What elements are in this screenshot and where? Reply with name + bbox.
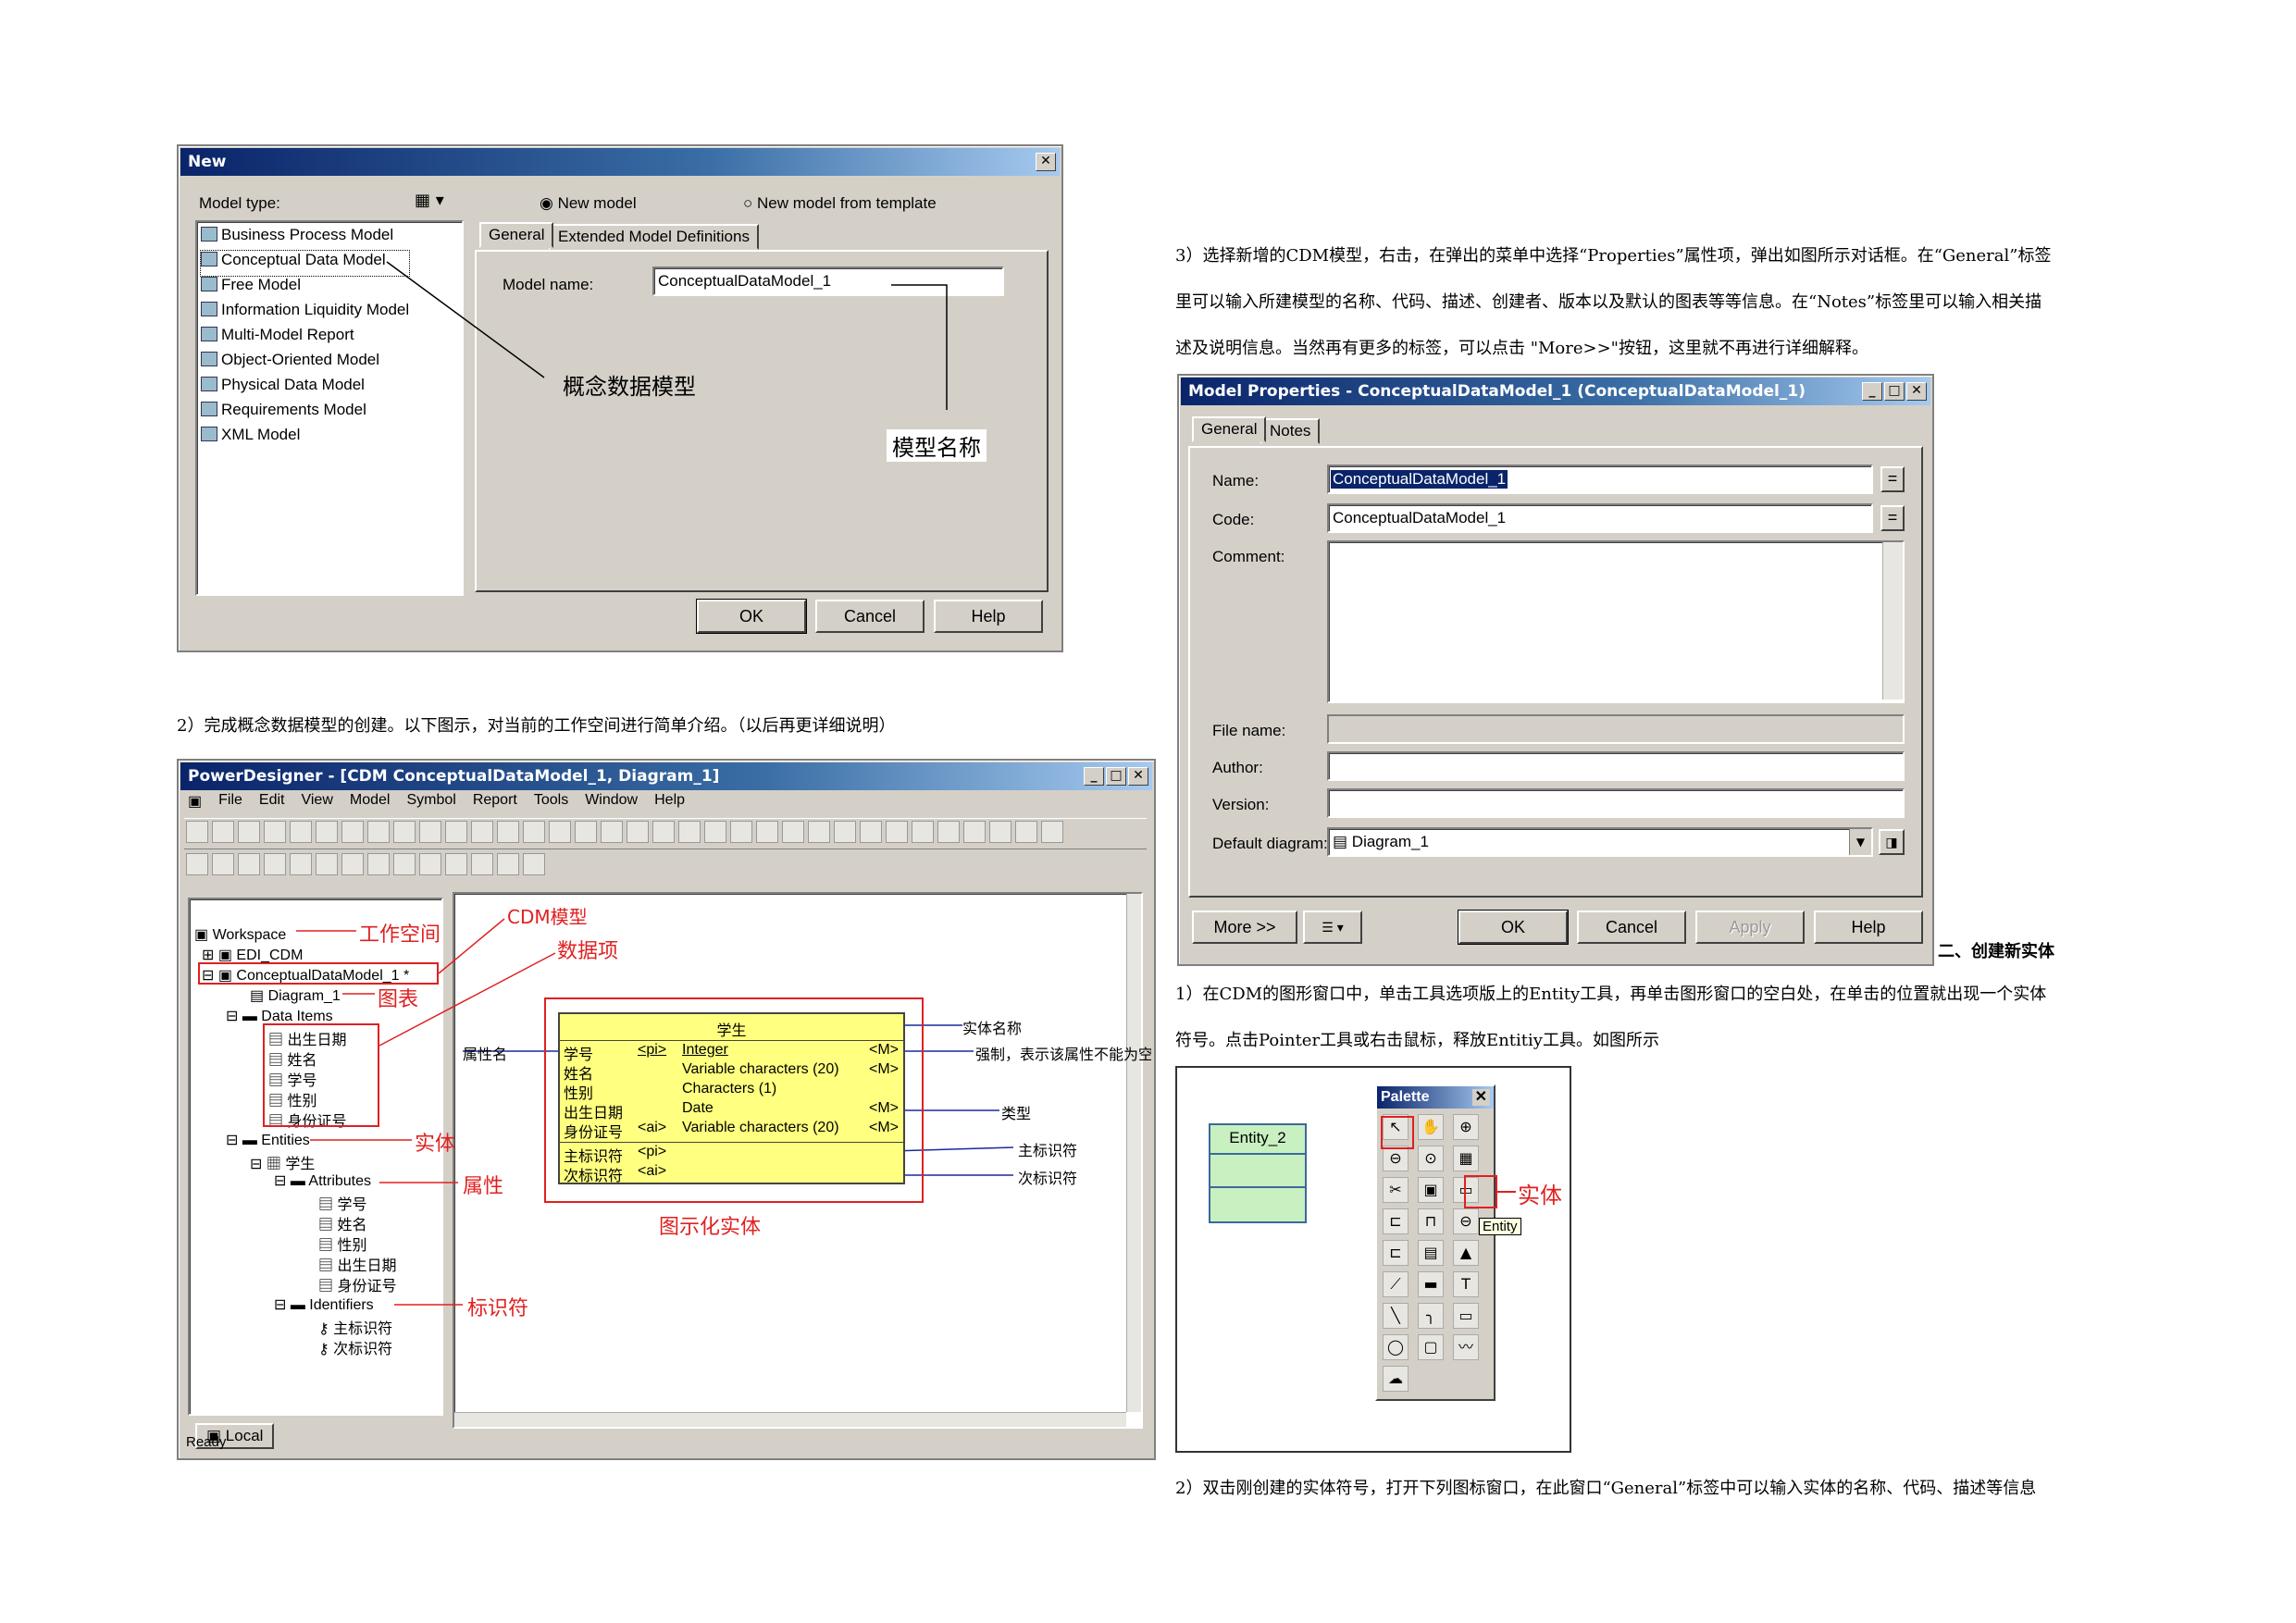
more-button[interactable]: More >> xyxy=(1192,911,1297,944)
paragraph-3-line-3: 述及说明信息。当然再有更多的标签，可以点击 "More>>"按钮，这里就不再进行… xyxy=(1175,339,1868,358)
palette-figure: Entity_2 Palette ✕ ↖ ✋ ⊕ ⊖ ⊙ ▦ ✂ ▣ ▭ ⊏ ⊓ ⊖ ⊏ ▤ ▲ ⟋ ▬ T ╲ ╮ ▭ ◯… xyxy=(1175,1066,1571,1453)
default-diagram-label: Default diagram: xyxy=(1212,835,1328,852)
comment-scrollbar[interactable] xyxy=(1882,542,1903,700)
apply-button[interactable]: Apply xyxy=(1695,911,1805,944)
code-input[interactable]: ConceptualDataModel_1 xyxy=(1327,503,1873,533)
comment-label: Comment: xyxy=(1212,548,1285,565)
entity-attribute-row: 出生日期 Date <M> xyxy=(564,1100,901,1121)
version-input[interactable] xyxy=(1327,788,1905,818)
ok-button[interactable]: OK xyxy=(1458,910,1569,945)
annot-workspace: 工作空间 xyxy=(359,923,441,947)
comment-textarea[interactable] xyxy=(1327,540,1905,703)
entity-type-cell: Integer xyxy=(682,1042,728,1058)
annot-graphic-entity: 图示化实体 xyxy=(659,1216,762,1239)
palette-annotation-line xyxy=(1497,1191,1516,1193)
annot-mandatory: 强制，表示该属性不能为空 xyxy=(975,1047,1151,1063)
annot-primary-id: 主标识符 xyxy=(1018,1144,1078,1159)
annot-entity-name: 实体名称 xyxy=(962,1022,1023,1037)
file-name-input xyxy=(1327,714,1905,744)
annot-entity: 实体 xyxy=(415,1133,456,1156)
cancel-button[interactable]: Cancel xyxy=(1577,911,1686,944)
entity-attribute-row: 身份证号 <ai> Variable characters (20) <M> xyxy=(564,1120,901,1141)
help-button[interactable]: Help xyxy=(1814,911,1923,944)
properties-icon[interactable]: ◨ xyxy=(1879,829,1905,855)
name-equals-button[interactable]: = xyxy=(1880,466,1905,492)
annot-data-items: 数据项 xyxy=(557,940,619,963)
section-2-line-3: 2）双击刚创建的实体符号，打开下列图标窗口，在此窗口“General”标签中可以… xyxy=(1175,1479,2037,1498)
annot-attr-name: 属性名 xyxy=(463,1047,508,1063)
entity-name: 学生 xyxy=(716,1023,747,1039)
annot-attribute: 属性 xyxy=(463,1175,504,1198)
entity-attribute-row: 性别 Characters (1) xyxy=(564,1081,901,1102)
model-properties-dialog: Model Properties - ConceptualDataModel_1… xyxy=(1177,374,1934,966)
entity-m-cell: <M> xyxy=(869,1042,900,1058)
section-2-line-2: 符号。点击Pointer工具或右击鼠标，释放Entitiy工具。如图所示 xyxy=(1175,1031,1659,1050)
maximize-icon[interactable]: □ xyxy=(1884,382,1905,401)
code-equals-button[interactable]: = xyxy=(1880,505,1905,531)
annot-secondary-id: 次标识符 xyxy=(1018,1171,1078,1187)
entity-tooltip: Entity xyxy=(1479,1218,1521,1235)
identifier-key: <ai> xyxy=(638,1163,667,1179)
entity-type-cell: Date xyxy=(682,1100,714,1116)
annot-cdm-model: CDM模型 xyxy=(507,906,588,928)
entity-type-cell: Characters (1) xyxy=(682,1081,777,1096)
section-2-line-1: 1）在CDM的图形窗口中，单击工具选项版上的Entity工具，再单击图形窗口的空… xyxy=(1175,985,2047,1004)
code-value: ConceptualDataModel_1 xyxy=(1333,509,1507,527)
props-title: Model Properties - ConceptualDataModel_1… xyxy=(1188,382,1806,401)
entity-identifier-row: 次标识符 <ai> xyxy=(564,1163,901,1184)
list-menu-icon[interactable]: ☰ ▾ xyxy=(1303,911,1362,944)
annot-identifier: 标识符 xyxy=(467,1297,529,1320)
entity-m-cell: <M> xyxy=(869,1120,900,1135)
annot-entity-tool: 实体 xyxy=(1518,1183,1562,1208)
author-input[interactable] xyxy=(1327,751,1905,781)
entity-attribute-row: 姓名 Variable characters (20) <M> xyxy=(564,1061,901,1083)
entity-identifier-row: 主标识符 <pi> xyxy=(564,1144,901,1165)
paragraph-3-line-2: 里可以输入所建模型的名称、代码、描述、创建者、版本以及默认的图表等等信息。在“N… xyxy=(1175,292,2042,312)
entity-attribute-row: 学号 <pi> Integer <M> xyxy=(564,1042,901,1063)
annot-type: 类型 xyxy=(1001,1107,1032,1122)
close-icon[interactable]: ✕ xyxy=(1906,382,1927,401)
code-label: Code: xyxy=(1212,511,1255,528)
section-2-title: 二、创建新实体 xyxy=(1938,942,2054,961)
tab-notes[interactable]: Notes xyxy=(1260,418,1321,444)
entity-m-cell: <M> xyxy=(869,1100,900,1116)
identifier-name: 次标识符 xyxy=(564,1169,624,1184)
tab-general[interactable]: General xyxy=(479,222,554,248)
entity-name-cell: 身份证号 xyxy=(564,1125,624,1141)
author-label: Author: xyxy=(1212,759,1263,776)
default-diagram-text: Diagram_1 xyxy=(1351,833,1429,850)
default-diagram-value: ▤ Diagram_1 xyxy=(1333,833,1429,850)
entity-type-cell: Variable characters (20) xyxy=(682,1120,839,1135)
entity-key-cell: <ai> xyxy=(638,1120,667,1135)
annot-diagram: 图表 xyxy=(378,988,419,1011)
paragraph-3-line-1: 3）选择新增的CDM模型，右击，在弹出的菜单中选择“Properties”属性项… xyxy=(1175,246,2052,266)
entity-key-cell: <pi> xyxy=(638,1042,667,1058)
name-input[interactable]: ConceptualDataModel_1 xyxy=(1327,465,1873,494)
name-value: ConceptualDataModel_1 xyxy=(1331,470,1508,489)
name-label: Name: xyxy=(1212,472,1260,489)
default-diagram-select[interactable]: ▤ Diagram_1 ▼ xyxy=(1327,827,1873,857)
version-label: Version: xyxy=(1212,796,1270,813)
entity-m-cell: <M> xyxy=(869,1061,900,1077)
file-name-label: File name: xyxy=(1212,722,1286,739)
tab-general[interactable]: General xyxy=(1192,416,1267,442)
minimize-icon[interactable]: _ xyxy=(1862,382,1882,401)
chevron-down-icon[interactable]: ▼ xyxy=(1849,829,1871,855)
identifier-key: <pi> xyxy=(638,1144,667,1159)
entity-type-cell: Variable characters (20) xyxy=(682,1061,839,1077)
entity-symbol[interactable]: 学生 学号 <pi> Integer <M> 姓名 Variable characters… xyxy=(558,1012,905,1184)
props-titlebar: Model Properties - ConceptualDataModel_1… xyxy=(1181,378,1930,405)
